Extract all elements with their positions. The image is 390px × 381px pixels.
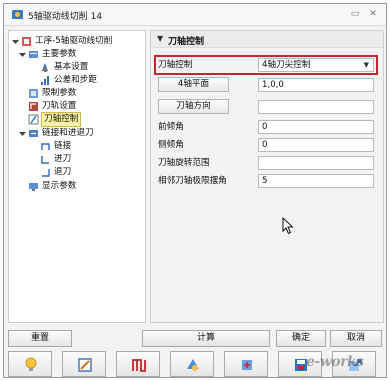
link-sub-icon bbox=[41, 143, 50, 150]
lead-out-icon bbox=[42, 169, 50, 177]
panel-header[interactable]: ▼ 刀轴控制 bbox=[151, 31, 383, 48]
title-bar: 5轴驱动线切削 14 ▭ ✕ bbox=[4, 4, 386, 26]
tree-item-label: 刀轴控制 bbox=[41, 112, 82, 127]
tool-direction-field[interactable] bbox=[258, 100, 374, 114]
tool-axis-highlight-box bbox=[154, 55, 378, 75]
display-params-icon bbox=[29, 183, 38, 191]
collapse-icon[interactable] bbox=[12, 38, 19, 45]
ok-button[interactable]: 确定 bbox=[276, 330, 326, 347]
parameter-button[interactable] bbox=[224, 351, 268, 377]
limit-params-icon bbox=[29, 89, 38, 98]
tree-item-lead-in[interactable]: 进刀 bbox=[31, 153, 141, 166]
reset-button[interactable]: 重置 bbox=[8, 330, 72, 347]
tree-item-lead-out[interactable]: 退刀 bbox=[31, 166, 141, 179]
tree-item-display-params[interactable]: 显示参数 bbox=[19, 180, 139, 193]
tree-item-tool-axis[interactable]: 刀轴控制 bbox=[19, 112, 139, 127]
pin-button[interactable]: ▭ bbox=[348, 8, 362, 21]
lead-angle-field[interactable]: 0 bbox=[258, 120, 374, 134]
main-params-icon bbox=[29, 51, 38, 58]
simulate-icon bbox=[187, 359, 199, 371]
tree-item-label: 公差和步距 bbox=[54, 75, 97, 85]
toolpath-settings-icon bbox=[29, 102, 38, 111]
tree-item-label: 工序-5轴驱动线切削 bbox=[35, 36, 113, 46]
calculate-button[interactable]: 计算 bbox=[142, 330, 270, 347]
axis4-plane-button[interactable]: 4轴平面 bbox=[158, 77, 229, 92]
cancel-button[interactable]: 取消 bbox=[330, 330, 382, 347]
tolerance-icon bbox=[41, 76, 49, 85]
operation-icon bbox=[22, 37, 31, 46]
tree-item-limit-params[interactable]: 限制参数 bbox=[19, 87, 139, 100]
tilt-angle-field[interactable]: 0 bbox=[258, 138, 374, 152]
tree-item-label: 基本设置 bbox=[54, 62, 89, 72]
link-icon bbox=[29, 130, 38, 137]
collapse-arrow-icon[interactable]: ▼ bbox=[157, 34, 163, 43]
adjacent-limit-label: 相邻刀轴极限摆角 bbox=[158, 176, 227, 186]
tree-item-label: 进刀 bbox=[54, 154, 72, 164]
axis4-plane-field[interactable]: 1,0,0 bbox=[258, 78, 374, 92]
tree-item-link[interactable]: 链接 bbox=[31, 140, 141, 153]
app-icon bbox=[12, 10, 23, 19]
rotation-range-field[interactable] bbox=[258, 156, 374, 170]
tree-item-tolerance[interactable]: 公差和步距 bbox=[31, 74, 141, 87]
basic-settings-icon bbox=[42, 63, 48, 72]
lead-angle-label: 前倾角 bbox=[158, 122, 184, 132]
tree-item-label: 显示参数 bbox=[42, 181, 77, 191]
watermark-logo: e-works bbox=[306, 354, 364, 370]
mouse-cursor-icon bbox=[282, 217, 294, 235]
rotation-range-label: 刀轴旋转范围 bbox=[158, 158, 210, 168]
simulate-button[interactable] bbox=[170, 351, 214, 377]
collapse-icon[interactable] bbox=[19, 130, 26, 137]
toolpath-button[interactable] bbox=[116, 351, 160, 377]
tree-item-label: 链接和进退刀 bbox=[42, 128, 94, 138]
parameter-icon bbox=[242, 360, 252, 370]
tree-item-label: 链接 bbox=[54, 141, 72, 151]
toolpath-icon bbox=[132, 359, 146, 372]
tool-axis-icon bbox=[28, 114, 39, 125]
tree-item-link-and-leads[interactable]: 链接和进退刀 bbox=[19, 127, 139, 140]
parameter-tree: 工序-5轴驱动线切削 主要参数 基本设置 公差和步距 限制参数 刀轨设置 刀轴控… bbox=[8, 30, 146, 323]
tree-item-main-params[interactable]: 主要参数 bbox=[19, 48, 139, 61]
edit-icon bbox=[78, 358, 92, 372]
dialog-window: 5轴驱动线切削 14 ▭ ✕ 工序-5轴驱动线切削 主要参数 基本设置 公差和步… bbox=[3, 3, 387, 378]
panel-title: 刀轴控制 bbox=[168, 37, 205, 47]
tree-item-label: 主要参数 bbox=[42, 49, 77, 59]
lightbulb-icon bbox=[25, 357, 37, 371]
close-button[interactable]: ✕ bbox=[366, 8, 380, 21]
tree-item-basic-settings[interactable]: 基本设置 bbox=[31, 61, 141, 74]
adjacent-limit-field[interactable]: 5 bbox=[258, 174, 374, 188]
lightbulb-button[interactable] bbox=[8, 351, 52, 377]
tree-item-label: 退刀 bbox=[54, 167, 72, 177]
tree-item-label: 限制参数 bbox=[42, 88, 77, 98]
window-title: 5轴驱动线切削 14 bbox=[28, 12, 103, 22]
edit-button[interactable] bbox=[62, 351, 106, 377]
lead-in-icon bbox=[41, 156, 49, 164]
tool-direction-button[interactable]: 刀轴方向 bbox=[158, 99, 229, 114]
tree-item-operation[interactable]: 工序-5轴驱动线切削 bbox=[12, 35, 142, 48]
collapse-icon[interactable] bbox=[19, 51, 26, 58]
tilt-angle-label: 侧倾角 bbox=[158, 140, 184, 150]
